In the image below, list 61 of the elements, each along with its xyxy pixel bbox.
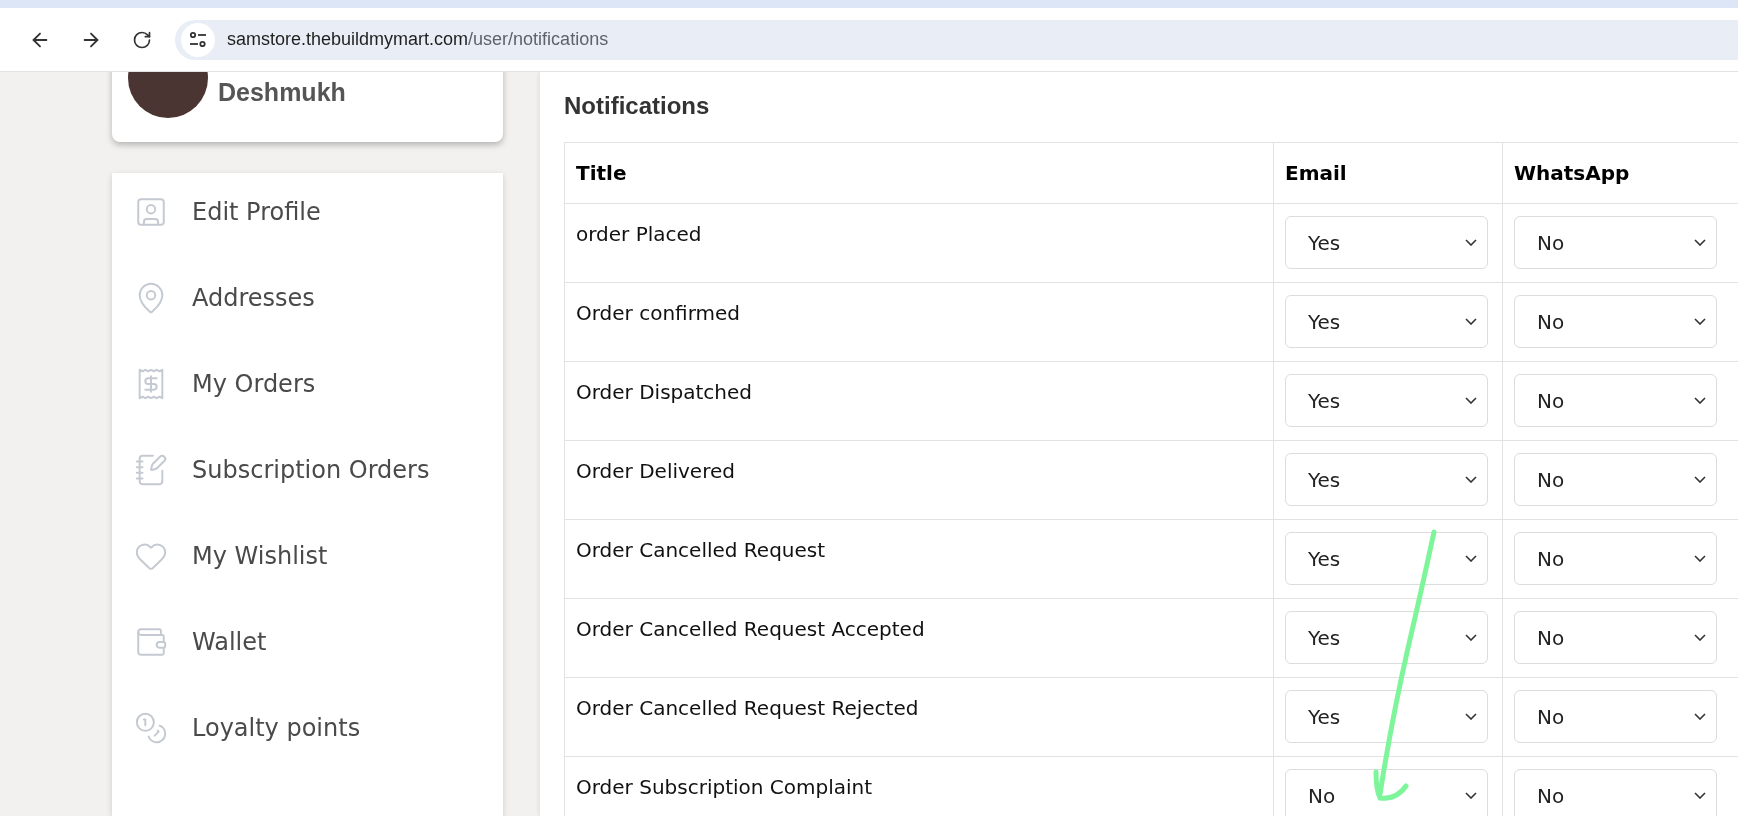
url-text: samstore.thebuildmymart.com/user/notifications	[227, 29, 609, 50]
column-header: Title	[564, 142, 1274, 204]
dropdown[interactable]: No	[1514, 453, 1717, 506]
chevron-down-icon	[1694, 634, 1706, 641]
dropdown[interactable]: No	[1514, 769, 1717, 816]
dropdown[interactable]: Yes	[1285, 611, 1488, 664]
sidebar-item[interactable]: My Orders	[112, 367, 503, 453]
table-cell: Order Cancelled Request Accepted	[564, 598, 1274, 678]
dropdown[interactable]: Yes	[1285, 453, 1488, 506]
chevron-down-icon	[1694, 476, 1706, 483]
table-cell: Order Delivered	[564, 440, 1274, 520]
dropdown[interactable]: No	[1514, 532, 1717, 585]
chevron-down-icon	[1694, 318, 1706, 325]
chevron-down-icon	[1694, 792, 1706, 799]
dropdown[interactable]: No	[1514, 216, 1717, 269]
dropdown[interactable]: Yes	[1285, 374, 1488, 427]
chevron-down-icon	[1465, 239, 1477, 246]
chevron-down-icon	[1465, 634, 1477, 641]
dropdown[interactable]: Yes	[1285, 295, 1488, 348]
sidebar-item[interactable]: My Wishlist	[112, 539, 503, 625]
chevron-down-icon	[1694, 239, 1706, 246]
sliders-icon	[188, 29, 208, 50]
table-cell: Order Cancelled Request Rejected	[564, 677, 1274, 757]
table-cell: order Placed	[564, 203, 1274, 283]
chevron-down-icon	[1465, 318, 1477, 325]
profile-name: Deshmukh	[218, 77, 346, 107]
table-cell: Order Cancelled Request	[564, 519, 1274, 599]
dropdown[interactable]: No	[1514, 611, 1717, 664]
address-bar[interactable]: samstore.thebuildmymart.com/user/notifications	[175, 19, 1738, 60]
chevron-down-icon	[1465, 555, 1477, 562]
dropdown[interactable]: No	[1514, 690, 1717, 743]
dropdown[interactable]: No	[1514, 374, 1717, 427]
table-cell: Order Dispatched	[564, 361, 1274, 441]
table-cell: Order Subscription Complaint	[564, 756, 1274, 816]
table-cell: Order confirmed	[564, 282, 1274, 362]
sidebar-item[interactable]: Loyalty points	[112, 711, 503, 797]
menu-item-icon	[134, 711, 168, 745]
sidebar-item[interactable]: Wallet	[112, 625, 503, 711]
column-header: Email	[1273, 142, 1503, 204]
sidebar-item[interactable]: Addresses	[112, 281, 503, 367]
chevron-down-icon	[1694, 397, 1706, 404]
dropdown[interactable]: No	[1514, 295, 1717, 348]
sidebar-item[interactable]: Edit Profile	[112, 195, 503, 281]
chevron-down-icon	[1465, 713, 1477, 720]
menu-item-icon	[134, 195, 168, 229]
chevron-down-icon	[1694, 555, 1706, 562]
site-settings-button[interactable]	[181, 22, 215, 57]
chevron-down-icon	[1465, 476, 1477, 483]
chevron-down-icon	[1465, 397, 1477, 404]
menu-item-icon	[134, 453, 168, 487]
dropdown[interactable]: No	[1285, 769, 1488, 816]
chevron-down-icon	[1465, 792, 1477, 799]
sidebar-item[interactable]: Subscription Orders	[112, 453, 503, 539]
dropdown[interactable]: Yes	[1285, 690, 1488, 743]
dropdown[interactable]: Yes	[1285, 532, 1488, 585]
menu-item-icon	[134, 625, 168, 659]
column-header: WhatsApp	[1502, 142, 1738, 204]
section-title: Notifications	[564, 92, 710, 120]
reload-icon	[132, 29, 152, 50]
dropdown[interactable]: Yes	[1285, 216, 1488, 269]
chevron-down-icon	[1694, 713, 1706, 720]
